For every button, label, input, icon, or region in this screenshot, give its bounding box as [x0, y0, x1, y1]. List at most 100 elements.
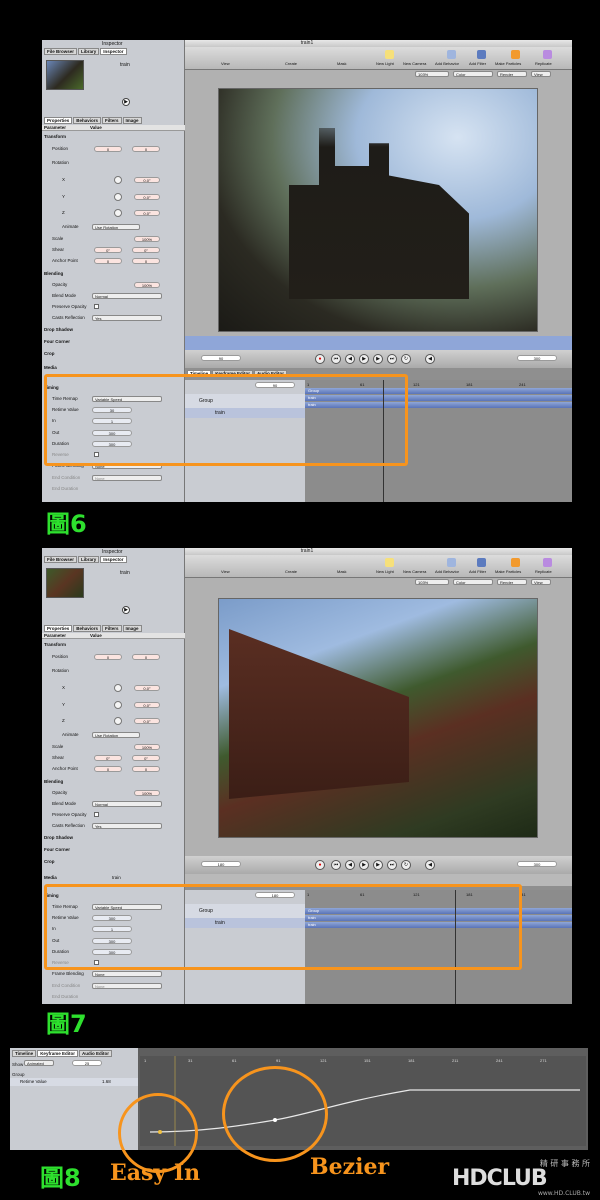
- particles-icon[interactable]: [511, 558, 520, 567]
- preserve-opacity-checkbox[interactable]: [94, 812, 99, 817]
- blend-mode-popup[interactable]: Normal: [92, 801, 162, 807]
- toolbar-new-light[interactable]: New Light: [376, 569, 394, 574]
- tab-library[interactable]: Library: [78, 556, 100, 563]
- end-frame-field[interactable]: 300: [517, 355, 557, 361]
- rotation-x-dial[interactable]: [114, 176, 122, 184]
- section-transform[interactable]: Transform: [44, 640, 66, 650]
- go-to-start-button[interactable]: ⏮: [331, 354, 341, 364]
- toolbar-view[interactable]: View: [221, 61, 230, 66]
- scale-field[interactable]: 100%: [134, 744, 160, 750]
- tab-image[interactable]: Image: [122, 117, 142, 124]
- behavior-gear-icon[interactable]: [447, 558, 456, 567]
- anchor-x-field[interactable]: 0: [94, 766, 122, 772]
- tab-filters[interactable]: Filters: [102, 625, 122, 632]
- render-popup[interactable]: Render: [497, 579, 527, 585]
- step-forward-button[interactable]: ▶: [373, 354, 383, 364]
- preserve-opacity-checkbox[interactable]: [94, 304, 99, 309]
- filter-icon[interactable]: [477, 50, 486, 59]
- play-button[interactable]: ▶: [359, 860, 369, 870]
- section-four-corner[interactable]: Four Corner: [44, 337, 70, 347]
- section-drop-shadow[interactable]: Drop Shadow: [44, 325, 73, 335]
- toolbar-add-filter[interactable]: Add Filter: [469, 569, 486, 574]
- tab-keyframe-editor[interactable]: Keyframe Editor: [37, 1050, 78, 1057]
- loop-button[interactable]: ↻: [401, 354, 411, 364]
- rotation-z-dial[interactable]: [114, 717, 122, 725]
- shear-y-field[interactable]: 0°: [132, 247, 160, 253]
- section-crop[interactable]: Crop: [44, 857, 55, 867]
- canvas-viewer[interactable]: [218, 88, 538, 332]
- section-four-corner[interactable]: Four Corner: [44, 845, 70, 855]
- end-condition-popup[interactable]: None: [92, 983, 162, 989]
- zoom-popup[interactable]: 103%: [415, 579, 449, 585]
- color-popup[interactable]: Color: [453, 71, 493, 77]
- zoom-popup[interactable]: 103%: [415, 71, 449, 77]
- toolbar-mask[interactable]: Mask: [337, 569, 347, 574]
- play-icon[interactable]: ▶: [122, 98, 130, 106]
- toolbar-create[interactable]: Create: [285, 569, 297, 574]
- shear-x-field[interactable]: 0°: [94, 247, 122, 253]
- tab-library[interactable]: Library: [78, 48, 100, 55]
- toolbar-add-filter[interactable]: Add Filter: [469, 61, 486, 66]
- casts-reflection-popup[interactable]: Yes: [92, 823, 162, 829]
- anchor-y-field[interactable]: 0: [132, 766, 160, 772]
- animate-popup[interactable]: Use Rotation: [92, 732, 140, 738]
- toolbar-new-camera[interactable]: New Camera: [403, 61, 426, 66]
- filter-icon[interactable]: [477, 558, 486, 567]
- tab-behaviors[interactable]: Behaviors: [73, 625, 102, 632]
- step-back-button[interactable]: ◀: [345, 860, 355, 870]
- scale-field[interactable]: 100%: [134, 236, 160, 242]
- rotation-y-field[interactable]: 0.0°: [134, 194, 160, 200]
- view-popup[interactable]: View: [531, 71, 551, 77]
- toolbar-replicate[interactable]: Replicate: [535, 569, 552, 574]
- rotation-x-field[interactable]: 0.0°: [134, 685, 160, 691]
- toolbar-add-behavior[interactable]: Add Behavior: [435, 61, 459, 66]
- opacity-field[interactable]: 100%: [134, 282, 160, 288]
- render-popup[interactable]: Render: [497, 71, 527, 77]
- toolbar-mask[interactable]: Mask: [337, 61, 347, 66]
- tab-inspector[interactable]: Inspector: [100, 556, 127, 563]
- toolbar-replicate[interactable]: Replicate: [535, 61, 552, 66]
- rotation-z-field[interactable]: 0.0°: [134, 210, 160, 216]
- tab-image[interactable]: Image: [122, 625, 142, 632]
- tab-file-browser[interactable]: File Browser: [44, 556, 78, 563]
- toolbar-view[interactable]: View: [221, 569, 230, 574]
- opacity-field[interactable]: 100%: [134, 790, 160, 796]
- shear-x-field[interactable]: 0°: [94, 755, 122, 761]
- tab-properties[interactable]: Properties: [44, 117, 73, 124]
- shear-y-field[interactable]: 0°: [132, 755, 160, 761]
- position-y-field[interactable]: 0: [132, 146, 160, 152]
- section-blending[interactable]: Blending: [44, 269, 63, 279]
- play-icon[interactable]: ▶: [122, 606, 130, 614]
- current-frame-field[interactable]: 180: [201, 861, 241, 867]
- rotation-z-dial[interactable]: [114, 209, 122, 217]
- toolbar-make-particles[interactable]: Make Particles: [495, 61, 521, 66]
- toolbar-add-behavior[interactable]: Add Behavior: [435, 569, 459, 574]
- section-transform[interactable]: Transform: [44, 132, 66, 142]
- rotation-x-dial[interactable]: [114, 684, 122, 692]
- light-bulb-icon[interactable]: [385, 50, 394, 59]
- tab-filters[interactable]: Filters: [102, 117, 122, 124]
- record-button[interactable]: ●: [315, 354, 325, 364]
- keyframe-frame-field[interactable]: 25: [72, 1060, 102, 1066]
- rotation-x-field[interactable]: 0.0°: [134, 177, 160, 183]
- rotation-y-field[interactable]: 0.0°: [134, 702, 160, 708]
- go-to-end-button[interactable]: ⏭: [387, 354, 397, 364]
- view-popup[interactable]: View: [531, 579, 551, 585]
- position-y-field[interactable]: 0: [132, 654, 160, 660]
- anchor-y-field[interactable]: 0: [132, 258, 160, 264]
- record-button[interactable]: ●: [315, 860, 325, 870]
- color-popup[interactable]: Color: [453, 579, 493, 585]
- play-button[interactable]: ▶: [359, 354, 369, 364]
- keyframe-group-row[interactable]: Group: [12, 1072, 25, 1077]
- section-drop-shadow[interactable]: Drop Shadow: [44, 833, 73, 843]
- rotation-y-dial[interactable]: [114, 701, 122, 709]
- end-condition-popup[interactable]: None: [92, 475, 162, 481]
- toolbar-new-light[interactable]: New Light: [376, 61, 394, 66]
- toolbar-make-particles[interactable]: Make Particles: [495, 569, 521, 574]
- current-frame-field[interactable]: 90: [201, 355, 241, 361]
- audio-button[interactable]: ◀: [425, 354, 435, 364]
- mini-timeline[interactable]: [185, 336, 572, 350]
- toolbar-create[interactable]: Create: [285, 61, 297, 66]
- tab-audio-editor[interactable]: Audio Editor: [78, 1050, 112, 1057]
- tab-timeline[interactable]: Timeline: [12, 1050, 37, 1057]
